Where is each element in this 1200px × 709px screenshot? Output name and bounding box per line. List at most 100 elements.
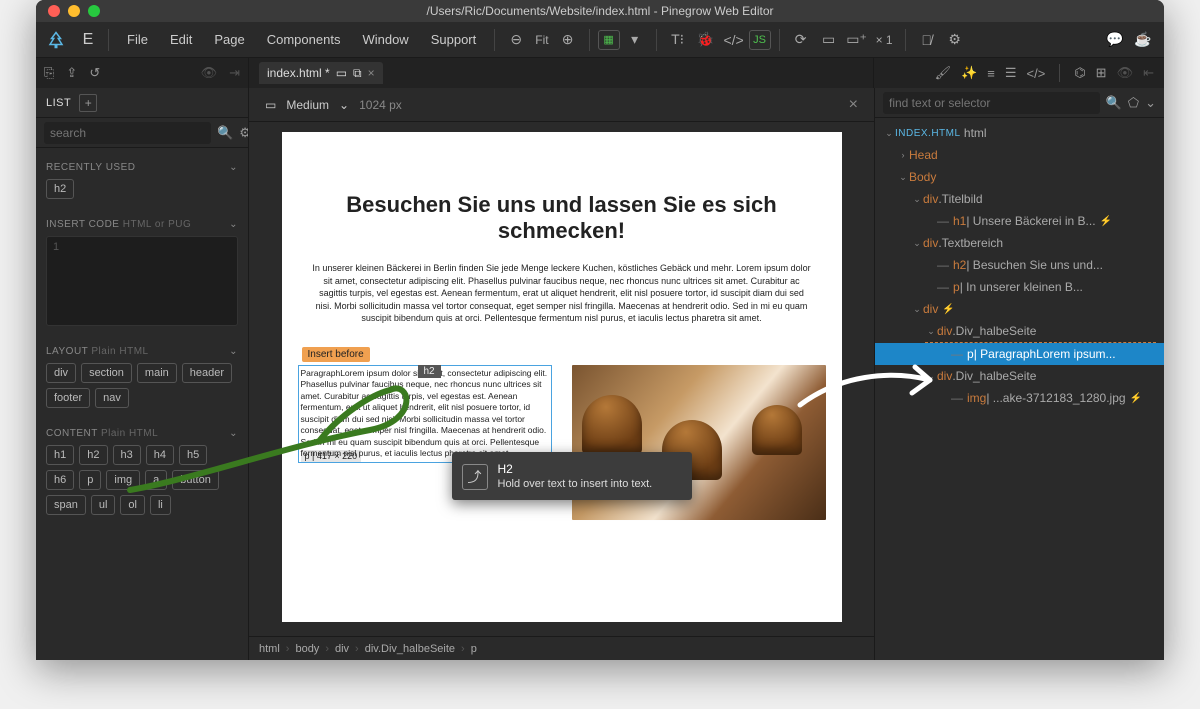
tree-row[interactable]: —img | ...ake-3712183_1280.jpg⚡	[875, 387, 1164, 409]
filter-shape-icon[interactable]: ⬠	[1128, 95, 1139, 111]
tree-file-row[interactable]: ⌄ INDEX.HTML html	[875, 122, 1164, 144]
chevron-down-icon[interactable]: ⌄	[1145, 95, 1156, 111]
menu-page[interactable]: Page	[204, 28, 254, 51]
chevron-down-icon[interactable]: ⌄	[339, 98, 349, 112]
close-page-icon[interactable]: ×	[849, 96, 858, 114]
js-toggle-icon[interactable]: JS	[749, 30, 771, 50]
crumb[interactable]: p	[471, 643, 477, 655]
menu-window[interactable]: Window	[352, 28, 418, 51]
coffee-icon[interactable]: ☕	[1130, 27, 1156, 53]
zoom-level[interactable]: × 1	[872, 33, 897, 47]
zoom-out-icon[interactable]: ⊖	[503, 27, 529, 53]
tab-device-icon[interactable]: ▭	[336, 66, 347, 80]
tab-index[interactable]: index.html * ▭ ⧉ ×	[259, 62, 383, 84]
chevron-down-icon[interactable]: ⌄	[229, 219, 238, 230]
chevron-down-icon[interactable]: ⌄	[229, 428, 238, 439]
tag-h2[interactable]: h2	[79, 445, 107, 465]
tree-search-input[interactable]	[883, 92, 1100, 114]
tag-section[interactable]: section	[81, 363, 132, 383]
search-input[interactable]	[44, 122, 211, 144]
tab-close-icon[interactable]: ×	[368, 66, 375, 80]
selected-paragraph[interactable]: ParagraphLorem ipsum dolor sit amet, con…	[298, 365, 552, 463]
layout-options-icon[interactable]: ▾	[622, 27, 648, 53]
menu-support[interactable]: Support	[421, 28, 487, 51]
wand-icon[interactable]: ✨	[961, 65, 977, 81]
tag-li[interactable]: li	[150, 495, 171, 515]
tag-a[interactable]: a	[145, 470, 167, 490]
settings-gear-icon[interactable]: ⚙	[942, 27, 968, 53]
crumb[interactable]: div.Div_halbeSeite	[365, 643, 455, 655]
editor-mode-button[interactable]: E	[76, 28, 100, 52]
tab-split-icon[interactable]: ⧉	[353, 66, 362, 81]
export-icon[interactable]: ⇪	[66, 65, 77, 81]
zoom-in-icon[interactable]: ⊕	[555, 27, 581, 53]
undo-icon[interactable]: ↺	[89, 65, 100, 81]
tag-footer[interactable]: footer	[46, 388, 90, 408]
tree-row[interactable]: —p | ParagraphLorem ipsum...	[875, 343, 1164, 365]
add-panel-icon[interactable]: ⊞	[1096, 65, 1107, 81]
fit-label[interactable]: Fit	[531, 33, 552, 47]
tag-ul[interactable]: ul	[91, 495, 116, 515]
text-tool-icon[interactable]: T⁝	[665, 27, 691, 53]
collapse-icon[interactable]: ⇥	[229, 65, 240, 81]
crumb[interactable]: body	[295, 643, 319, 655]
search-icon[interactable]: 🔍	[217, 125, 233, 141]
add-list-button[interactable]: +	[79, 94, 97, 112]
tree-row[interactable]: ⌄div.Titelbild	[875, 188, 1164, 210]
tag-main[interactable]: main	[137, 363, 177, 383]
eye-icon[interactable]: 👁	[201, 65, 218, 81]
viewport-size[interactable]: Medium	[286, 98, 329, 112]
browser-preview-icon[interactable]: ▭	[816, 27, 842, 53]
search-icon[interactable]: 🔍	[1106, 95, 1122, 111]
tree-row[interactable]: —p | In unserer kleinen B...	[875, 276, 1164, 298]
page-intro[interactable]: In unserer kleinen Bäckerei in Berlin fi…	[312, 262, 812, 325]
code-input[interactable]: 1	[46, 236, 238, 326]
insert-panel-icon[interactable]: ⎘	[44, 65, 54, 81]
refresh-icon[interactable]: ⟳	[788, 27, 814, 53]
panel-eye-icon[interactable]: 👁	[1117, 65, 1134, 81]
chevron-down-icon[interactable]: ⌄	[229, 162, 238, 173]
tag-h3[interactable]: h3	[113, 445, 141, 465]
pinegrow-logo-icon[interactable]	[44, 28, 68, 52]
tree-row[interactable]: ⌄div.Textbereich	[875, 232, 1164, 254]
tree-row[interactable]: ⌄div⚡	[875, 298, 1164, 320]
page-heading[interactable]: Besuchen Sie uns und lassen Sie es sich …	[302, 192, 822, 244]
tag-header[interactable]: header	[182, 363, 232, 383]
tag-h5[interactable]: h5	[179, 445, 207, 465]
paint-icon[interactable]: 🖌	[935, 65, 952, 81]
code-view-icon[interactable]: </>	[721, 27, 747, 53]
tag-span[interactable]: span	[46, 495, 86, 515]
tag-button[interactable]: button	[172, 470, 219, 490]
bug-icon[interactable]: 🐞	[693, 27, 719, 53]
tree-row[interactable]: ⌄div.Div_halbeSeite	[875, 320, 1164, 342]
tree-row[interactable]: —h2 | Besuchen Sie uns und...	[875, 254, 1164, 276]
tag-nav[interactable]: nav	[95, 388, 129, 408]
filter-icon[interactable]: ⚙⚙	[239, 125, 249, 141]
chevron-down-icon[interactable]: ⌄	[229, 346, 238, 357]
menu-edit[interactable]: Edit	[160, 28, 202, 51]
sliders-left-icon[interactable]: ≡	[987, 66, 995, 81]
recent-tag-h2[interactable]: h2	[46, 179, 74, 199]
crumb[interactable]: html	[259, 643, 280, 655]
crumb[interactable]: div	[335, 643, 349, 655]
tree-row[interactable]: ⌄div.Div_halbeSeite	[875, 365, 1164, 387]
tag-ol[interactable]: ol	[120, 495, 145, 515]
devices-icon[interactable]: ▭⁺	[844, 27, 870, 53]
tag-h4[interactable]: h4	[146, 445, 174, 465]
expand-icon[interactable]: ⇤	[1143, 65, 1154, 81]
tree-row[interactable]: ⌄Body	[875, 166, 1164, 188]
chat-icon[interactable]: 💬	[1102, 27, 1128, 53]
tag-p[interactable]: p	[79, 470, 101, 490]
page-canvas[interactable]: Besuchen Sie uns und lassen Sie es sich …	[282, 132, 842, 622]
grid-layout-icon[interactable]: ▦	[598, 30, 620, 50]
menu-components[interactable]: Components	[257, 28, 351, 51]
tag-img[interactable]: img	[106, 470, 140, 490]
tree-row[interactable]: —h1 | Unsere Bäckerei in B...⚡	[875, 210, 1164, 232]
menu-file[interactable]: File	[117, 28, 158, 51]
code-panel-icon[interactable]: </>	[1027, 66, 1046, 81]
tag-div[interactable]: div	[46, 363, 76, 383]
tree-icon[interactable]: ⌬	[1074, 65, 1085, 81]
viewport-icon[interactable]: ▭	[265, 98, 276, 112]
sliders-right-icon[interactable]: ☰	[1005, 65, 1017, 81]
tag-h6[interactable]: h6	[46, 470, 74, 490]
